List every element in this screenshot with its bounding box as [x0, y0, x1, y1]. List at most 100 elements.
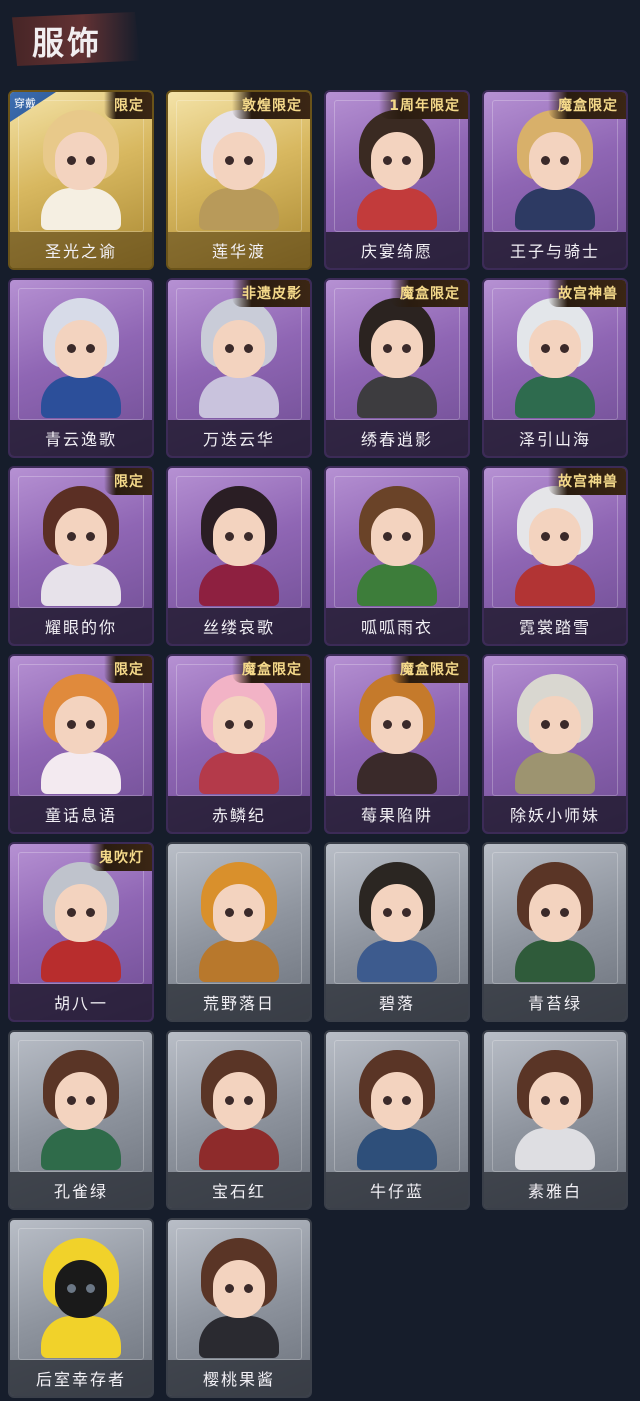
portrait-outfit: [357, 564, 437, 606]
portrait-eye: [560, 156, 569, 165]
portrait-outfit: [41, 1128, 121, 1170]
costume-card[interactable]: 呱呱雨衣: [324, 466, 470, 646]
costume-name: 圣光之谕: [10, 232, 152, 268]
portrait-face: [213, 1072, 265, 1130]
portrait-face: [529, 508, 581, 566]
costume-card[interactable]: 除妖小师妹: [482, 654, 628, 834]
portrait-face: [55, 1260, 107, 1318]
portrait-face: [371, 696, 423, 754]
costume-card[interactable]: 牛仔蓝: [324, 1030, 470, 1210]
costume-card[interactable]: 1周年限定 庆宴绮愿: [324, 90, 470, 270]
limited-badge: 魔盒限定: [548, 92, 626, 119]
portrait-outfit: [199, 940, 279, 982]
character-portrait: [509, 674, 601, 794]
character-portrait: [193, 298, 285, 418]
costume-name: 除妖小师妹: [484, 796, 626, 832]
character-portrait: [193, 110, 285, 230]
character-portrait: [35, 486, 127, 606]
costume-card[interactable]: 故宫神兽 泽引山海: [482, 278, 628, 458]
limited-badge: 魔盒限定: [390, 656, 468, 683]
character-portrait: [35, 1050, 127, 1170]
costume-name: 后室幸存者: [10, 1360, 152, 1396]
costume-name: 樱桃果酱: [168, 1360, 310, 1396]
portrait-eye: [86, 1096, 95, 1105]
limited-badge: 故宫神兽: [548, 468, 626, 495]
costume-name: 牛仔蓝: [326, 1172, 468, 1208]
costume-card[interactable]: 丝缕哀歌: [166, 466, 312, 646]
portrait-eye: [541, 720, 550, 729]
portrait-eye: [402, 1096, 411, 1105]
character-portrait: [35, 862, 127, 982]
costume-name: 王子与骑士: [484, 232, 626, 268]
portrait-outfit: [515, 564, 595, 606]
portrait-face: [213, 884, 265, 942]
limited-badge: 故宫神兽: [548, 280, 626, 307]
portrait-outfit: [41, 1316, 121, 1358]
portrait-eye: [67, 1284, 76, 1293]
costume-card[interactable]: 荒野落日: [166, 842, 312, 1022]
limited-badge: 限定: [104, 656, 152, 683]
portrait-face: [371, 1072, 423, 1130]
portrait-outfit: [199, 188, 279, 230]
costume-name: 丝缕哀歌: [168, 608, 310, 644]
portrait-eye: [86, 344, 95, 353]
portrait-face: [55, 132, 107, 190]
character-portrait: [509, 486, 601, 606]
costume-card[interactable]: 限定 耀眼的你: [8, 466, 154, 646]
portrait-eye: [67, 156, 76, 165]
gas-mask-icon: [35, 1238, 127, 1358]
portrait-eye: [67, 532, 76, 541]
portrait-eye: [244, 156, 253, 165]
character-portrait: [509, 1050, 601, 1170]
costume-card[interactable]: 后室幸存者: [8, 1218, 154, 1398]
portrait-eye: [383, 908, 392, 917]
costume-card[interactable]: 魔盒限定 赤鳞纪: [166, 654, 312, 834]
costume-card[interactable]: 敦煌限定 莲华渡: [166, 90, 312, 270]
portrait-outfit: [199, 1316, 279, 1358]
portrait-outfit: [515, 376, 595, 418]
portrait-eye: [244, 720, 253, 729]
costume-card[interactable]: 孔雀绿: [8, 1030, 154, 1210]
costume-card[interactable]: 魔盒限定 绣春逍影: [324, 278, 470, 458]
portrait-eye: [402, 156, 411, 165]
portrait-eye: [86, 720, 95, 729]
costume-card[interactable]: 碧落: [324, 842, 470, 1022]
costume-card[interactable]: 魔盒限定 莓果陷阱: [324, 654, 470, 834]
portrait-face: [213, 320, 265, 378]
costume-card[interactable]: 故宫神兽 霓裳踏雪: [482, 466, 628, 646]
portrait-face: [529, 1072, 581, 1130]
character-portrait: [351, 486, 443, 606]
portrait-outfit: [357, 1128, 437, 1170]
portrait-eye: [225, 532, 234, 541]
costume-card[interactable]: 青苔绿: [482, 842, 628, 1022]
character-portrait: [351, 862, 443, 982]
costume-card[interactable]: 宝石红: [166, 1030, 312, 1210]
costume-card[interactable]: 限定 童话息语: [8, 654, 154, 834]
limited-badge: 鬼吹灯: [89, 844, 152, 871]
costume-card[interactable]: 魔盒限定王子与骑士: [482, 90, 628, 270]
portrait-eye: [67, 1096, 76, 1105]
costume-name: 青云逸歌: [10, 420, 152, 456]
portrait-face: [371, 132, 423, 190]
page-title: 服饰: [32, 24, 103, 62]
costume-name: 荒野落日: [168, 984, 310, 1020]
costume-name: 素雅白: [484, 1172, 626, 1208]
costume-name: 胡八一: [10, 984, 152, 1020]
costume-card[interactable]: 限定 穿戴 圣光之谕: [8, 90, 154, 270]
portrait-eye: [383, 1096, 392, 1105]
portrait-eye: [383, 344, 392, 353]
character-portrait: [351, 1050, 443, 1170]
costume-card[interactable]: 非遗皮影 万迭云华: [166, 278, 312, 458]
portrait-face: [371, 320, 423, 378]
portrait-outfit: [357, 940, 437, 982]
costume-card[interactable]: 樱桃果酱: [166, 1218, 312, 1398]
limited-badge: 魔盒限定: [390, 280, 468, 307]
costume-name: 赤鳞纪: [168, 796, 310, 832]
character-portrait: [193, 862, 285, 982]
portrait-face: [529, 320, 581, 378]
costume-card[interactable]: 素雅白: [482, 1030, 628, 1210]
costume-card[interactable]: 鬼吹灯胡八一: [8, 842, 154, 1022]
portrait-face: [371, 884, 423, 942]
costume-card[interactable]: 青云逸歌: [8, 278, 154, 458]
portrait-outfit: [515, 1128, 595, 1170]
